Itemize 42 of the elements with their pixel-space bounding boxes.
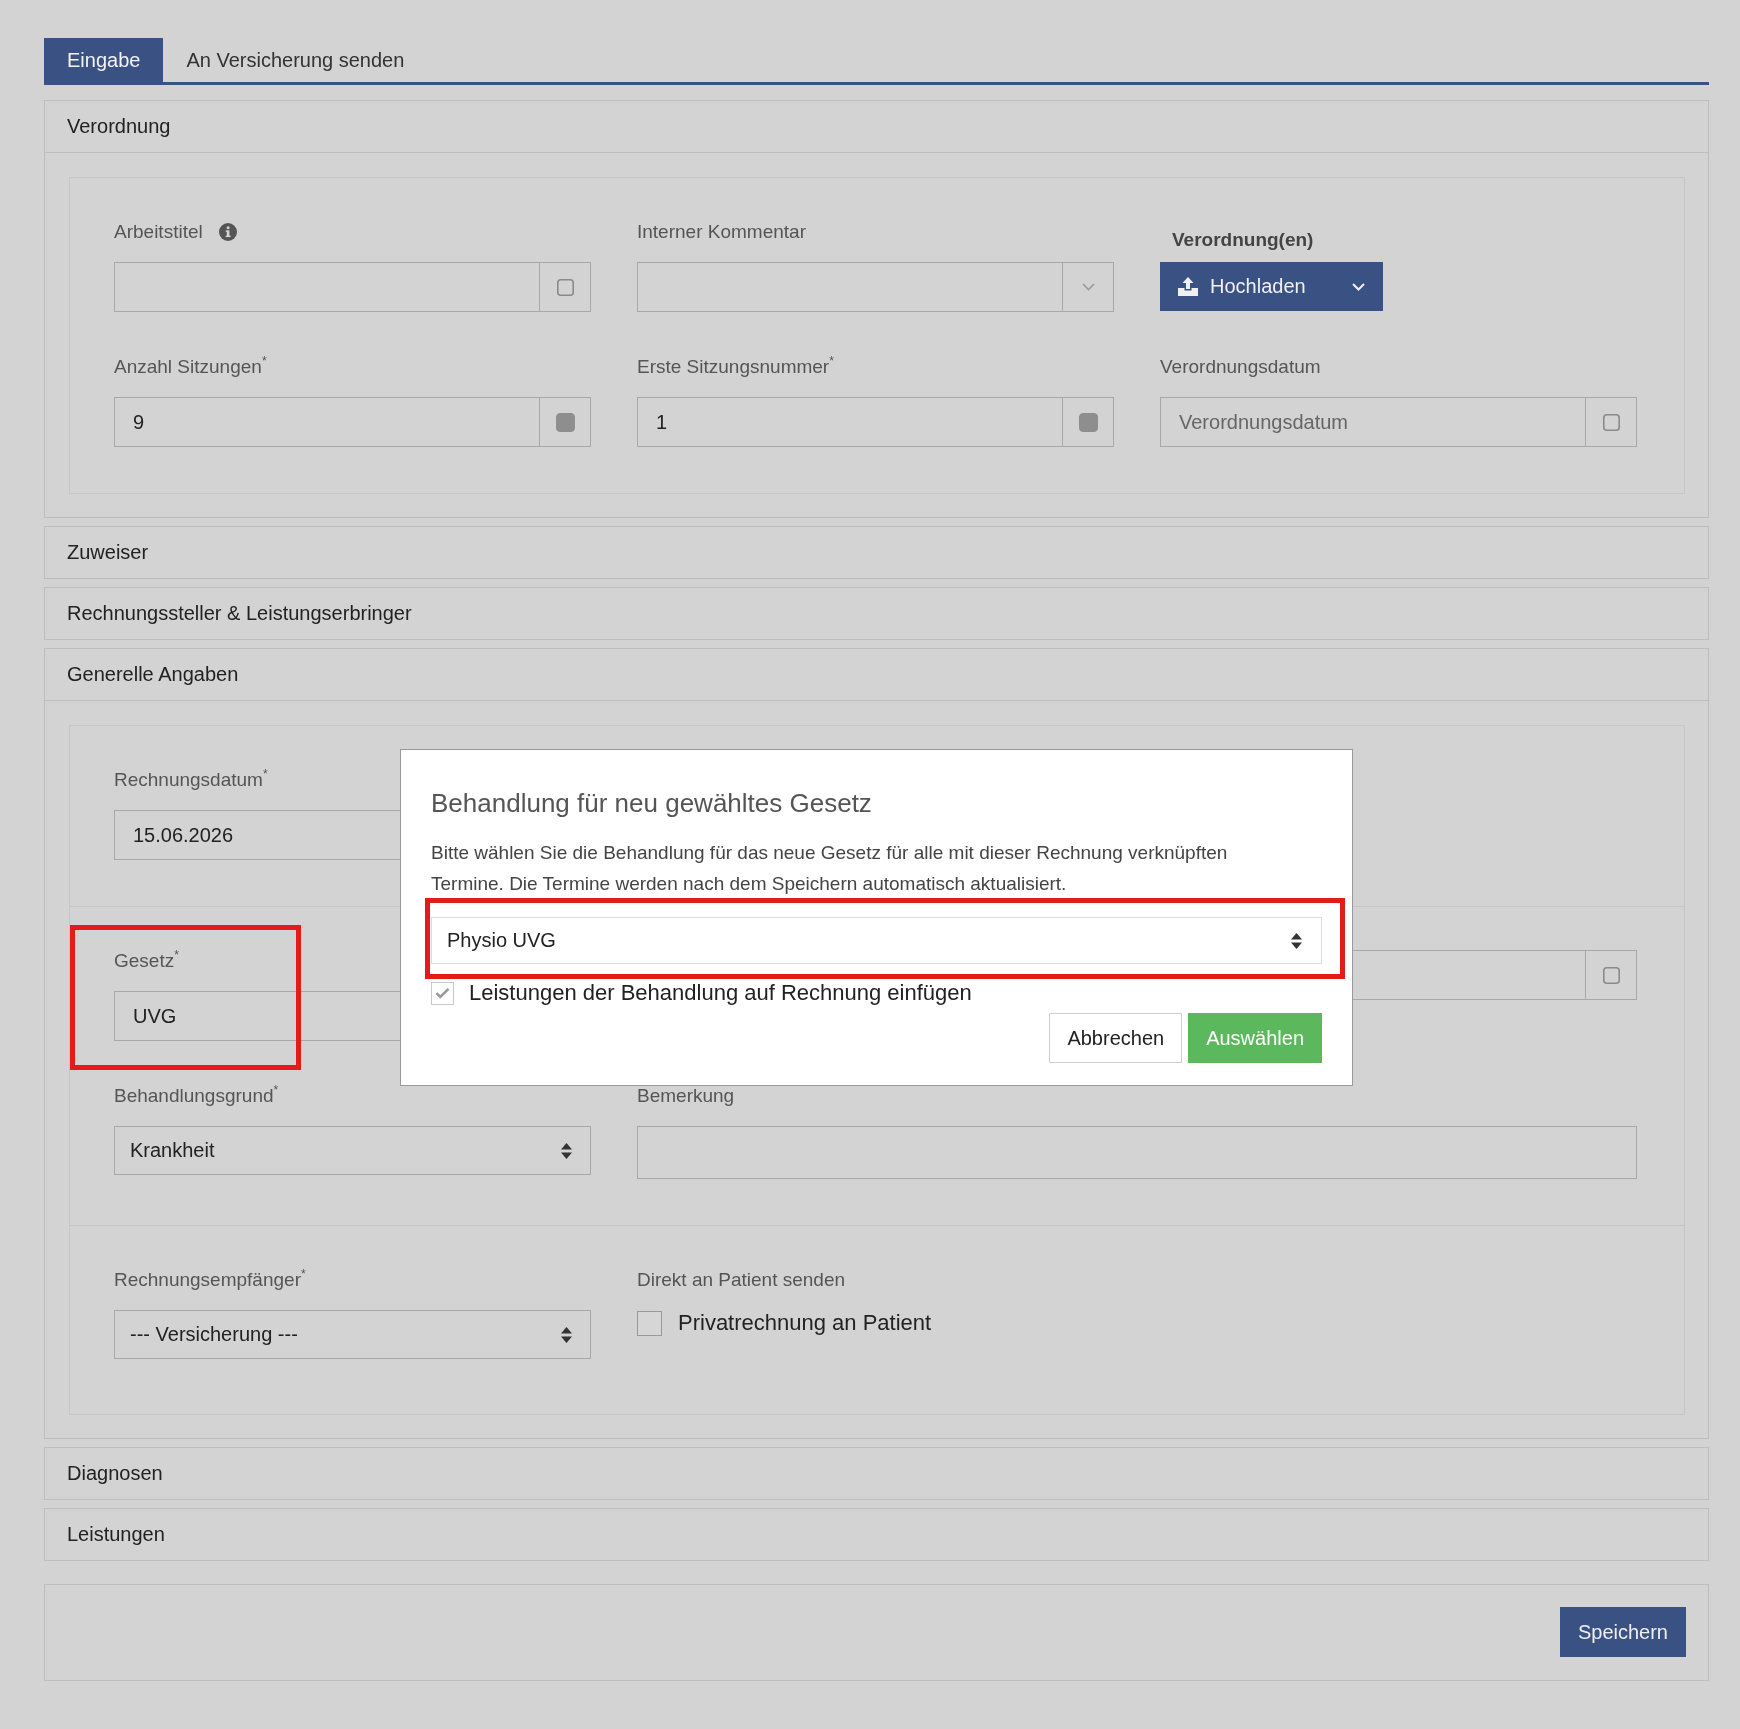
accordion-header[interactable]: Leistungen: [45, 1509, 1708, 1560]
field-label: Arbeitstitel: [114, 221, 203, 243]
tab[interactable]: An Versicherung senden: [163, 38, 428, 82]
field-label: Anzahl Sitzungen$^{*}$: [114, 356, 267, 378]
accordion-header[interactable]: Rechnungssteller & Leistungserbringer: [45, 588, 1708, 639]
field-label: Verordnungsdatum: [1160, 356, 1321, 378]
accordion-header[interactable]: Diagnosen: [45, 1448, 1708, 1499]
field-label: Interner Kommentar: [637, 221, 806, 243]
field-label: Verordnung(en): [1172, 229, 1314, 251]
field-label: Gesetz$^{*}$: [114, 950, 179, 972]
accordion-header[interactable]: Generelle Angaben: [45, 649, 1708, 701]
input-field[interactable]: [114, 262, 591, 312]
field-label: Direkt an Patient senden: [637, 1269, 846, 1291]
select-field[interactable]: Physio UVG: [431, 917, 1322, 964]
tab[interactable]: Eingabe: [44, 38, 164, 82]
field-label: Rechnungsempfänger$^{*}$: [114, 1269, 306, 1291]
check-icon: [435, 987, 450, 999]
upload-icon: [1178, 277, 1198, 296]
field-label: Erste Sitzungsnummer$^{*}$: [637, 356, 834, 378]
sort-icon: [561, 1142, 572, 1159]
select-field[interactable]: --- Versicherung ---: [114, 1310, 591, 1359]
sort-icon: [1291, 932, 1302, 949]
caret-icon: [1352, 282, 1365, 291]
select-field[interactable]: Krankheit: [114, 1126, 591, 1175]
chevron-down-icon: [1081, 283, 1095, 291]
checkbox-label[interactable]: Privatrechnung an Patient: [678, 1310, 932, 1336]
input-field[interactable]: Verordnungsdatum: [1160, 397, 1637, 447]
upload-button[interactable]: Hochladen: [1160, 262, 1383, 311]
accordion-header[interactable]: Verordnung: [45, 101, 1708, 153]
field-label: Bemerkung: [637, 1085, 735, 1107]
checkbox[interactable]: [431, 981, 454, 1005]
checkbox[interactable]: [637, 1310, 662, 1336]
sort-icon: [561, 1326, 572, 1343]
input-field[interactable]: 1: [637, 397, 1114, 447]
textarea-field[interactable]: [637, 1126, 1637, 1179]
accordion-header[interactable]: Zuweiser: [45, 527, 1708, 578]
save-button[interactable]: Speichern: [1559, 1607, 1686, 1657]
input-field[interactable]: [637, 262, 1114, 312]
field-label: Rechnungsdatum$^{*}$: [114, 769, 268, 791]
field-label: Behandlungsgrund$^{*}$: [114, 1085, 279, 1107]
input-field[interactable]: 9: [114, 397, 591, 447]
cancel-button[interactable]: Abbrechen: [1049, 1013, 1183, 1063]
